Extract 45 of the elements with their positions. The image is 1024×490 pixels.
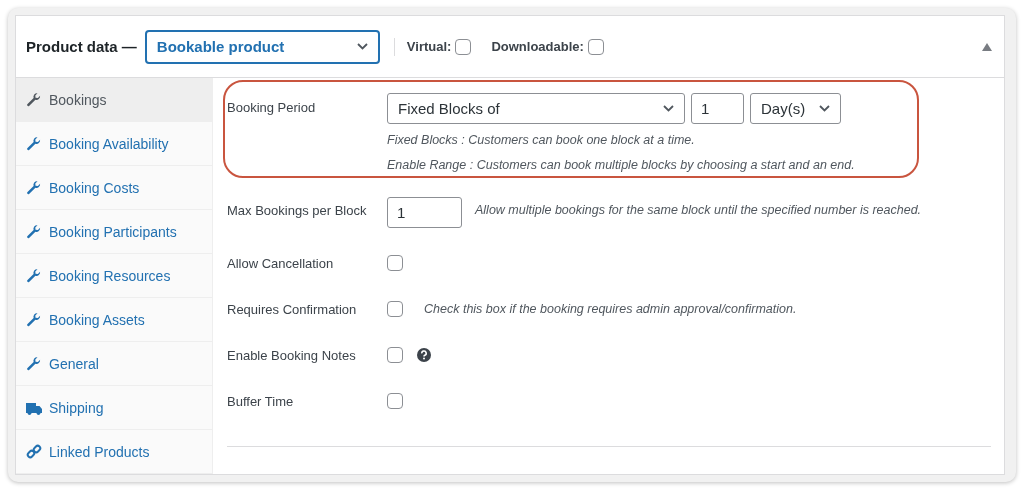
sidebar-tab[interactable]: Linked Products <box>16 430 212 474</box>
checkbox[interactable] <box>387 301 403 317</box>
option-label: Virtual: <box>406 39 452 54</box>
product-type-select[interactable]: Bookable product <box>144 29 380 64</box>
period-select[interactable]: Fixed Blocks of <box>387 93 685 124</box>
sidebar-tab[interactable]: Booking Availability <box>16 122 212 166</box>
checkbox[interactable] <box>587 38 604 55</box>
caret-icon <box>356 43 368 50</box>
wrench-icon <box>26 135 42 152</box>
field-label: Enable Booking Notes <box>227 347 357 363</box>
field-label: Allow Cancellation <box>227 255 335 271</box>
caret-icon <box>819 105 830 112</box>
number-field[interactable]: 1 <box>387 197 462 228</box>
sidebar-tab[interactable]: Bookings <box>16 78 212 122</box>
checkbox[interactable] <box>387 255 403 271</box>
sidebar-tab[interactable]: Booking Costs <box>16 166 212 210</box>
wrench-icon <box>26 223 42 240</box>
field-label: Max Bookings per Block <box>227 202 368 218</box>
panel-title: Product data — <box>26 38 137 55</box>
sidebar-tab[interactable]: Booking Assets <box>16 298 212 342</box>
checkbox[interactable] <box>387 393 403 409</box>
block-count-field[interactable]: 1 <box>691 93 744 124</box>
wrench-icon <box>26 355 42 372</box>
field-label: Booking Period <box>227 99 317 115</box>
collapse-toggle-icon[interactable] <box>982 42 992 51</box>
caret-icon <box>663 105 674 112</box>
wrench-icon <box>26 179 42 196</box>
link-icon <box>26 443 42 460</box>
sidebar-tab[interactable]: Booking Participants <box>16 210 212 254</box>
help-text: Allow multiple bookings for the same block until the specified number is reached. <box>475 202 922 217</box>
sidebar-tab[interactable]: Shipping <box>16 386 212 430</box>
help-text: Fixed Blocks : Customers can book one block at a time. <box>387 132 696 149</box>
wrench-icon <box>26 91 42 108</box>
sidebar-tab[interactable]: Booking Resources <box>16 254 212 298</box>
option-label: Downloadable: <box>491 39 584 54</box>
help-text: Enable Range : Customers can book multiple blocks by choosing a start and an end. <box>387 157 856 174</box>
help-text: Check this box if the booking requires admin approval/confirmation. <box>424 302 797 316</box>
field-label: Buffer Time <box>227 393 295 409</box>
wrench-icon <box>26 311 42 328</box>
field-label: Requires Confirmation <box>227 301 358 317</box>
sidebar-tab[interactable]: General <box>16 342 212 386</box>
unit-select[interactable]: Day(s) <box>750 93 841 124</box>
checkbox[interactable] <box>387 347 403 363</box>
wrench-icon <box>26 267 42 284</box>
checkbox[interactable] <box>455 38 472 55</box>
